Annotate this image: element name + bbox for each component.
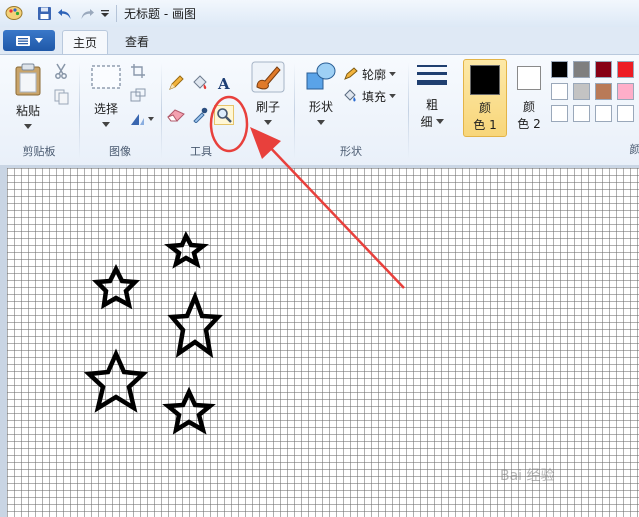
svg-text:A: A xyxy=(217,75,230,91)
outline-pen-icon xyxy=(344,67,358,80)
chevron-down-icon xyxy=(389,71,396,76)
copy-icon[interactable] xyxy=(51,87,71,107)
palette-swatch[interactable] xyxy=(573,61,590,78)
group-separator xyxy=(408,63,409,159)
color-2-swatch xyxy=(517,66,541,90)
eraser-icon[interactable] xyxy=(166,105,186,125)
clipboard-group-label: 剪贴板 xyxy=(22,145,56,158)
clipboard-group: 粘贴 剪贴板 xyxy=(0,59,78,163)
text-tool-icon[interactable]: A xyxy=(214,73,234,93)
outline-label: 轮廓 xyxy=(362,67,387,82)
chevron-down-icon xyxy=(24,124,32,129)
color-1-label-line2: 色 1 xyxy=(473,118,497,132)
fill-icon xyxy=(344,89,356,102)
size-button[interactable]: 粗 细 xyxy=(412,61,452,135)
tools-group-label: 工具 xyxy=(190,145,212,158)
palette-swatch[interactable] xyxy=(551,83,568,100)
pencil-icon[interactable] xyxy=(166,73,186,93)
clipboard-icon xyxy=(15,63,41,96)
shapes-group: 形状 轮廓 填充 形状 xyxy=(295,59,407,163)
color-2-button[interactable]: 颜 色 2 xyxy=(512,59,546,137)
cut-icon[interactable] xyxy=(51,61,71,81)
brush-icon xyxy=(251,61,285,93)
brushes-label: 刷子 xyxy=(255,100,280,114)
image-group: 选择 图像 xyxy=(80,59,160,163)
fill-label: 填充 xyxy=(362,89,387,104)
star-shape xyxy=(162,386,216,435)
title-bar: 无标题 - 画图 xyxy=(0,0,639,28)
paste-button[interactable]: 粘贴 xyxy=(8,63,48,133)
image-group-label: 图像 xyxy=(109,145,131,158)
ribbon: 粘贴 剪贴板 选择 图像 A 工具 刷子 形状 轮廓 填充 形状 粗 细 颜 色… xyxy=(0,54,639,166)
color-2-label-line1: 颜 xyxy=(522,100,535,114)
palette-swatch[interactable] xyxy=(617,105,634,122)
color-picker-icon[interactable] xyxy=(190,105,210,125)
canvas-area: Bai 经验 xyxy=(0,165,639,517)
chevron-down-icon xyxy=(264,120,272,125)
tab-view[interactable]: 查看 xyxy=(114,30,160,54)
paint-menu-button[interactable] xyxy=(3,30,55,51)
colors-group-label: 颜 xyxy=(629,143,639,156)
fill-button[interactable]: 填充 xyxy=(343,87,396,105)
crop-icon[interactable] xyxy=(128,61,148,81)
select-rectangle-icon xyxy=(91,65,121,89)
menu-icon xyxy=(16,35,30,46)
shapes-label: 形状 xyxy=(308,100,333,114)
palette-swatch[interactable] xyxy=(617,83,634,100)
palette-swatch[interactable] xyxy=(573,83,590,100)
undo-icon[interactable] xyxy=(56,4,74,22)
palette-swatch[interactable] xyxy=(573,105,590,122)
color-1-button[interactable]: 颜 色 1 xyxy=(463,59,507,137)
palette-swatch[interactable] xyxy=(595,105,612,122)
customize-quick-access-icon[interactable] xyxy=(98,4,112,22)
select-button[interactable]: 选择 xyxy=(86,63,126,133)
size-label-line2: 细 xyxy=(420,115,433,129)
chevron-down-icon xyxy=(317,120,325,125)
ribbon-tab-bar: 主页 查看 xyxy=(0,27,639,55)
resize-icon[interactable] xyxy=(128,85,148,105)
redo-icon[interactable] xyxy=(78,4,96,22)
tab-home[interactable]: 主页 xyxy=(62,30,108,55)
palette-swatch[interactable] xyxy=(617,61,634,78)
size-label-line1: 粗 xyxy=(425,98,438,112)
shapes-icon xyxy=(306,62,336,90)
watermark: Bai 经验 xyxy=(500,468,555,484)
rotate-button[interactable] xyxy=(128,109,156,129)
save-icon[interactable] xyxy=(35,4,53,22)
star-shape xyxy=(164,230,209,269)
color-palette xyxy=(551,61,637,133)
chevron-down-icon xyxy=(35,37,43,43)
color-1-swatch xyxy=(470,65,500,95)
outline-button[interactable]: 轮廓 xyxy=(343,65,396,83)
color-2-label-line2: 色 2 xyxy=(517,117,541,131)
paint-app-icon[interactable] xyxy=(4,4,24,22)
palette-swatch[interactable] xyxy=(595,61,612,78)
brushes-button[interactable]: 刷子 xyxy=(246,61,290,135)
star-shape xyxy=(167,290,223,359)
magnifier-icon[interactable] xyxy=(214,105,234,125)
chevron-down-icon xyxy=(435,118,444,124)
star-shape xyxy=(91,263,141,310)
line-size-icon xyxy=(417,65,447,85)
paste-label: 粘贴 xyxy=(15,104,40,118)
color-1-label-line1: 颜 xyxy=(478,101,491,115)
tools-group: A 工具 xyxy=(162,59,240,163)
shapes-group-label: 形状 xyxy=(340,145,362,158)
window-title: 无标题 - 画图 xyxy=(124,7,196,21)
shapes-button[interactable]: 形状 xyxy=(301,61,341,135)
palette-swatch[interactable] xyxy=(551,61,568,78)
select-label: 选择 xyxy=(93,102,118,116)
title-separator xyxy=(116,5,117,22)
chevron-down-icon xyxy=(389,93,396,98)
palette-swatch[interactable] xyxy=(551,105,568,122)
star-shape xyxy=(83,348,149,413)
fill-bucket-icon[interactable] xyxy=(190,73,210,93)
palette-swatch[interactable] xyxy=(595,83,612,100)
chevron-down-icon xyxy=(102,122,110,127)
